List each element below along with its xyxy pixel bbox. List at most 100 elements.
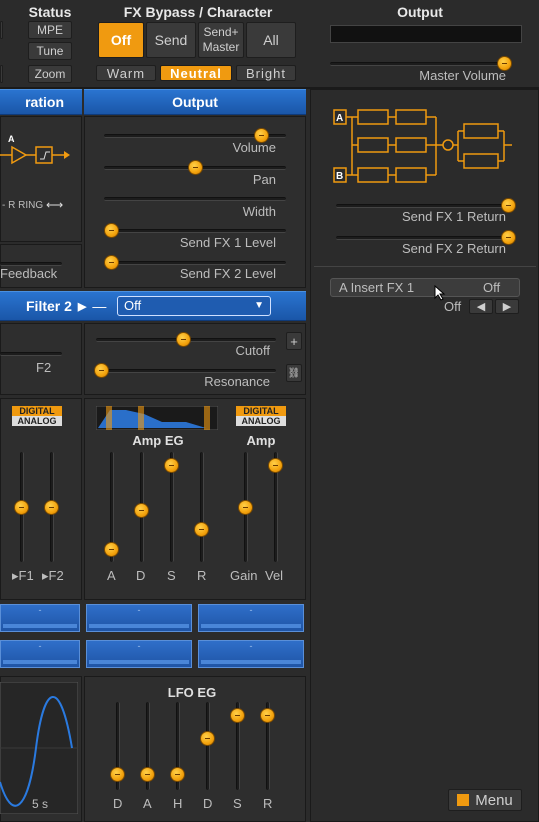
- send-fx2-track[interactable]: [104, 261, 286, 265]
- filter2-label: Filter 2: [26, 298, 72, 314]
- bright-button[interactable]: Bright: [236, 65, 296, 81]
- mod-cell-3[interactable]: -: [198, 604, 304, 632]
- fx-send-master-button[interactable]: Send+ Master: [198, 22, 244, 58]
- mod-cell-4[interactable]: -: [0, 640, 80, 668]
- fx-off-button[interactable]: Off: [98, 22, 144, 58]
- master-volume-track[interactable]: [330, 62, 512, 66]
- width-track[interactable]: [104, 197, 286, 201]
- output-meter: [330, 25, 522, 43]
- chevron-down-icon: ▼: [254, 300, 264, 311]
- edge-button-2[interactable]: [0, 65, 3, 83]
- prev-arrow-button[interactable]: ◀: [469, 299, 493, 314]
- mpe-button[interactable]: MPE: [28, 21, 72, 39]
- send-fx2-return-track[interactable]: [336, 236, 512, 240]
- lfo-d2-knob[interactable]: [200, 731, 215, 746]
- menu-button[interactable]: Menu: [448, 789, 522, 811]
- digital-badge-text: DIGITAL: [12, 406, 62, 416]
- right-divider: [314, 266, 536, 267]
- fx-routing-diagram: A B: [333, 109, 512, 183]
- menu-label: Menu: [475, 791, 513, 809]
- mod-cell-6[interactable]: -: [198, 640, 304, 668]
- add-button[interactable]: +: [286, 332, 302, 350]
- swap-arrows-icon[interactable]: ⟷: [46, 198, 63, 212]
- gain-knob[interactable]: [238, 500, 253, 515]
- analog-badge-text: ANALOG: [236, 416, 286, 426]
- output-title: Output: [397, 4, 443, 20]
- edge-button-1[interactable]: [0, 21, 3, 39]
- next-arrow-button[interactable]: ▶: [495, 299, 519, 314]
- ring-mod-label: - R RING: [2, 200, 44, 211]
- feedback-label: Feedback: [0, 266, 58, 281]
- section-bar-output: Output: [84, 89, 306, 115]
- section-bar-left: ration: [0, 89, 82, 115]
- amp-d-label: D: [136, 568, 146, 583]
- volume-label: Volume: [232, 140, 276, 155]
- filter-routing-diagram: A: [0, 134, 70, 165]
- vel-knob[interactable]: [268, 458, 283, 473]
- mod-cell-5[interactable]: -: [86, 640, 192, 668]
- left-filter-track[interactable]: [0, 352, 62, 356]
- cutoff-label: Cutoff: [235, 343, 270, 358]
- filter2-select[interactable]: Off ▼: [117, 296, 271, 316]
- width-label: Width: [242, 204, 276, 219]
- link-icon[interactable]: ⛓: [286, 364, 302, 382]
- neutral-button[interactable]: Neutral: [160, 65, 232, 81]
- lfo-d1-knob[interactable]: [110, 767, 125, 782]
- lfo-h-knob[interactable]: [170, 767, 185, 782]
- lfo-a-label: A: [143, 796, 152, 811]
- digital-badge-text: DIGITAL: [236, 406, 286, 416]
- resonance-track[interactable]: [96, 369, 276, 373]
- lfo-s-label: S: [233, 796, 242, 811]
- zoom-button[interactable]: Zoom: [28, 65, 72, 83]
- pan-label: Pan: [252, 172, 276, 187]
- send-fx1-return-label: Send FX 1 Return: [401, 209, 506, 224]
- decay-knob[interactable]: [134, 503, 149, 518]
- resonance-knob[interactable]: [94, 363, 109, 378]
- fx-send-button[interactable]: Send: [146, 22, 196, 58]
- send-fx1-level-label: Send FX 1 Level: [179, 235, 276, 250]
- lfo-h-label: H: [173, 796, 183, 811]
- send-fx2-knob[interactable]: [104, 255, 119, 270]
- amp-digital-analog-badge[interactable]: DIGITAL ANALOG: [236, 406, 286, 428]
- mod-cell-1[interactable]: -: [0, 604, 80, 632]
- insert-fx-value: Off: [483, 280, 501, 295]
- release-knob[interactable]: [194, 522, 209, 537]
- amp-title: Amp: [246, 433, 276, 448]
- menu-logo-icon: [457, 794, 470, 806]
- lfo-s-knob[interactable]: [230, 708, 245, 723]
- svg-text:A: A: [8, 134, 15, 144]
- send-fx1-track[interactable]: [104, 229, 286, 233]
- send-fx2-level-label: Send FX 2 Level: [179, 266, 276, 281]
- amp-r-label: R: [197, 568, 207, 583]
- send-fx1-knob[interactable]: [104, 223, 119, 238]
- lfo-r-knob[interactable]: [260, 708, 275, 723]
- f2-label: ▸F2: [42, 568, 64, 583]
- mod-cell-2[interactable]: -: [86, 604, 192, 632]
- f1-knob[interactable]: [14, 500, 29, 515]
- analog-badge-text: ANALOG: [12, 416, 62, 426]
- attack-knob[interactable]: [104, 542, 119, 557]
- sustain-knob[interactable]: [164, 458, 179, 473]
- lfo-d2-track[interactable]: [206, 702, 210, 790]
- send-fx1-return-track[interactable]: [336, 204, 512, 208]
- left-filter-panel: [0, 323, 82, 395]
- gain-label: Gain: [230, 568, 258, 583]
- fx-bypass-title: FX Bypass / Character: [123, 4, 273, 20]
- vel-label: Vel: [265, 568, 284, 583]
- fx-all-button[interactable]: All: [246, 22, 296, 58]
- left-f2-label: F2: [36, 360, 52, 375]
- filter-digital-analog-badge[interactable]: DIGITAL ANALOG: [12, 406, 62, 428]
- master-volume-label: Master Volume: [419, 68, 506, 83]
- f2-knob[interactable]: [44, 500, 59, 515]
- amp-a-label: A: [107, 568, 116, 583]
- send-fx2-return-label: Send FX 2 Return: [401, 241, 506, 256]
- lfo-d2-label: D: [203, 796, 213, 811]
- f2-text: F2: [48, 568, 64, 583]
- play-arrow-icon[interactable]: ▶: [78, 300, 86, 313]
- tune-button[interactable]: Tune: [28, 42, 72, 60]
- warm-button[interactable]: Warm: [96, 65, 156, 81]
- insert-fx-selector[interactable]: A Insert FX 1 Off: [330, 278, 520, 297]
- release-track[interactable]: [200, 452, 204, 562]
- lfo-a-knob[interactable]: [140, 767, 155, 782]
- status-title: Status: [28, 4, 72, 20]
